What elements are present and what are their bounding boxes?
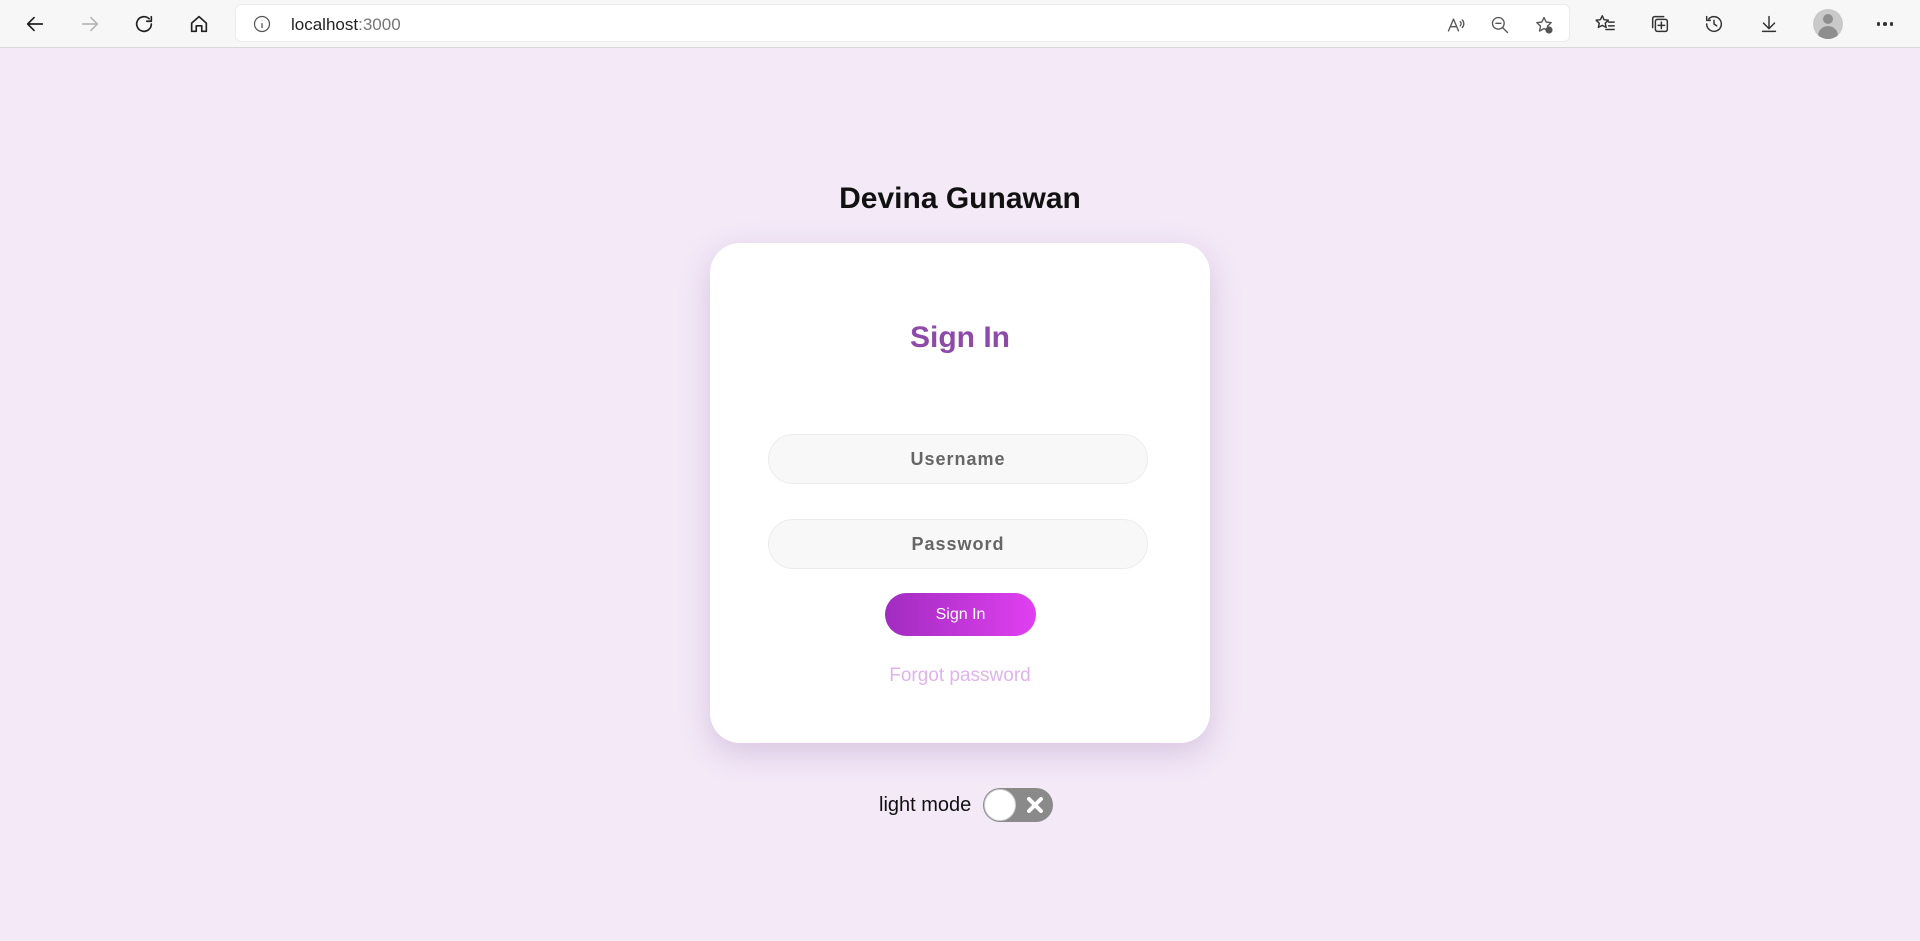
signin-button[interactable]: Sign In — [885, 593, 1036, 636]
forgot-password-link[interactable]: Forgot password — [710, 665, 1210, 687]
arrow-left-icon — [26, 16, 44, 32]
page-title: Devina Gunawan — [839, 182, 1081, 215]
history-icon — [1705, 15, 1723, 33]
browser-toolbar: localhost:3000 — [0, 0, 1920, 48]
profile-avatar[interactable] — [1813, 9, 1843, 39]
home-button[interactable] — [181, 6, 217, 42]
username-input[interactable] — [768, 434, 1148, 484]
read-aloud-icon[interactable] — [1444, 13, 1468, 37]
signin-heading: Sign In — [910, 321, 1010, 354]
zoom-out-icon[interactable] — [1488, 13, 1512, 37]
forward-button[interactable] — [72, 6, 108, 42]
theme-toggle-label: light mode — [879, 793, 972, 816]
close-icon — [1025, 795, 1045, 815]
back-button[interactable] — [17, 6, 53, 42]
refresh-icon — [135, 15, 153, 33]
address-bar[interactable]: localhost:3000 — [235, 4, 1570, 42]
favorites-icon — [1595, 15, 1615, 31]
toggle-knob — [984, 789, 1017, 821]
download-icon — [1761, 15, 1777, 33]
password-input[interactable] — [768, 519, 1148, 569]
site-info-icon[interactable] — [252, 14, 272, 34]
theme-toggle-row: light mode — [879, 787, 1054, 823]
url-text[interactable]: localhost:3000 — [291, 15, 401, 35]
more-options-button[interactable] — [1870, 9, 1900, 39]
theme-toggle-switch[interactable] — [983, 788, 1054, 822]
downloads-button[interactable] — [1753, 8, 1785, 40]
collections-button[interactable] — [1644, 8, 1676, 40]
home-icon — [190, 15, 208, 33]
add-favorite-icon[interactable] — [1532, 13, 1556, 37]
history-button[interactable] — [1698, 8, 1730, 40]
url-host: localhost — [291, 15, 359, 34]
url-port: :3000 — [358, 15, 401, 34]
more-dots-icon — [1876, 22, 1881, 26]
signin-card: Sign In Sign In Forgot password — [710, 243, 1210, 743]
collections-icon — [1651, 15, 1669, 33]
refresh-button[interactable] — [126, 6, 162, 42]
arrow-right-icon — [81, 16, 99, 32]
favorites-button[interactable] — [1589, 8, 1621, 40]
